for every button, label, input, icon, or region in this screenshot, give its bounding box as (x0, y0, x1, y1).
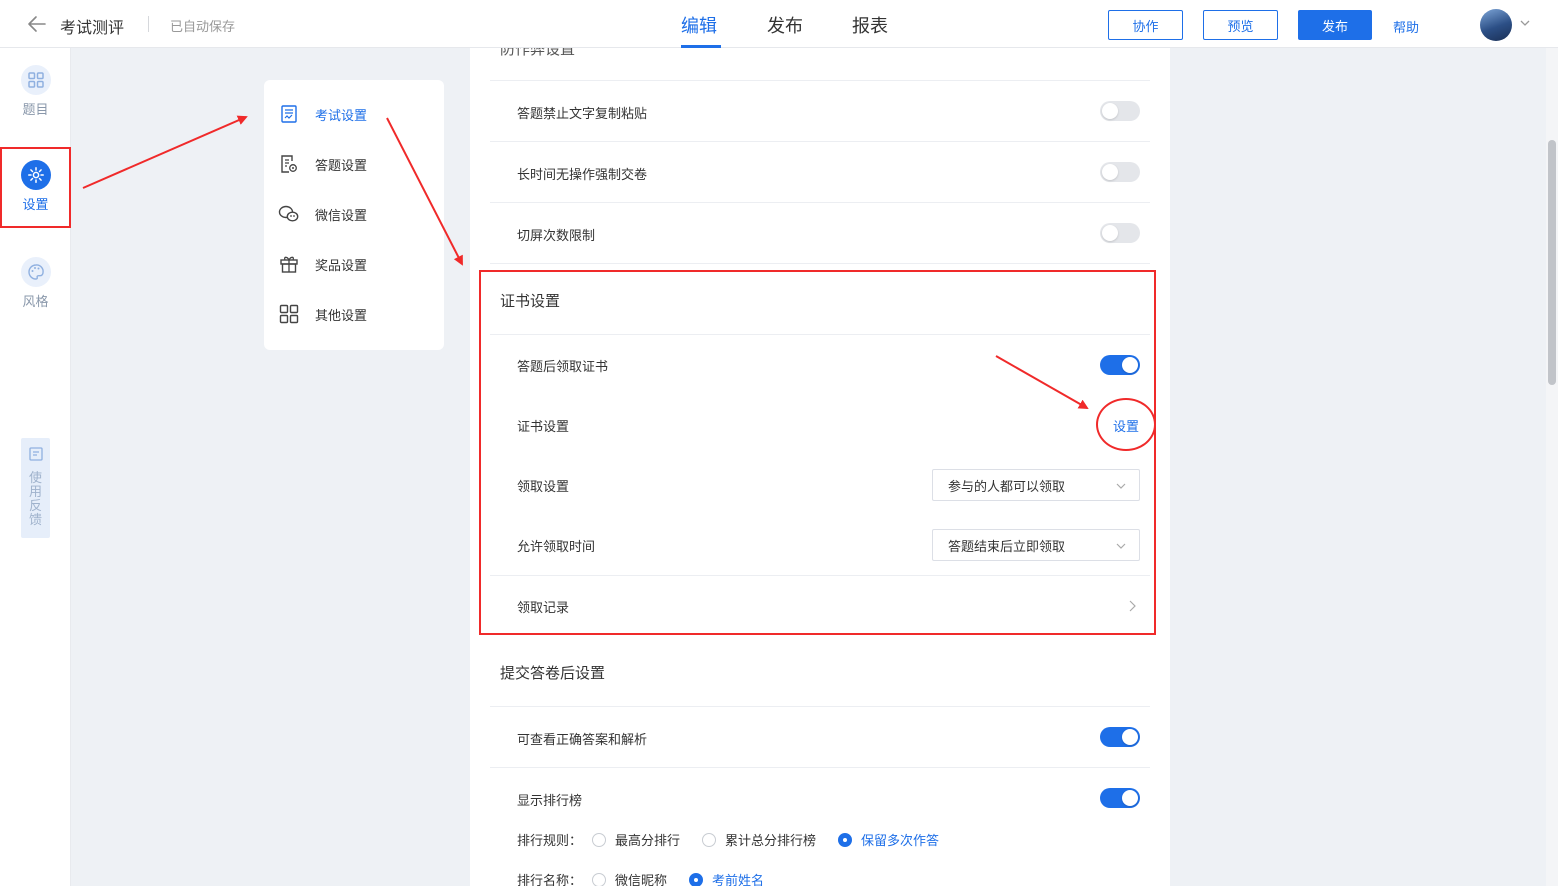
rail-item-questions[interactable]: 题目 (0, 65, 71, 118)
rank-rule-option-keep-multiple[interactable]: 保留多次作答 (838, 830, 939, 849)
tab-report[interactable]: 报表 (852, 12, 888, 38)
section-divider (490, 48, 1150, 81)
menu-item-label: 考试设置 (315, 108, 368, 124)
menu-item-other-settings[interactable]: 其他设置 (278, 302, 367, 326)
header-divider (148, 16, 149, 32)
rank-rule-label: 排行规则： (517, 834, 583, 849)
rank-name-option-wechat[interactable]: 微信昵称 (592, 870, 667, 886)
grid-icon (20, 65, 51, 95)
menu-item-label: 微信设置 (315, 208, 368, 224)
rank-name-label: 排行名称： (517, 874, 583, 886)
menu-item-prize-settings[interactable]: 奖品设置 (278, 252, 367, 276)
leaderboard-toggle[interactable] (1100, 788, 1140, 808)
page-scrollbar-thumb[interactable] (1548, 140, 1556, 385)
feedback-char: 反 (28, 499, 42, 514)
exam-doc-icon (278, 103, 300, 125)
setting-row-view-answers: 可查看正确答案和解析 (490, 707, 1150, 768)
switch-limit-toggle[interactable] (1100, 223, 1140, 243)
radio-button[interactable] (702, 832, 717, 847)
option-label: 微信昵称 (615, 874, 668, 886)
annotation-arrow (82, 115, 248, 189)
setting-label: 显示排行榜 (517, 794, 583, 809)
rail-item-label: 题目 (22, 103, 49, 118)
back-arrow-icon[interactable] (26, 13, 48, 35)
apps-icon (278, 303, 300, 325)
collaborate-button[interactable]: 协作 (1108, 10, 1183, 40)
menu-item-label: 其他设置 (315, 308, 368, 324)
top-header: 考试测评 已自动保存 编辑 发布 报表 协作 预览 发布 帮助 (0, 0, 1558, 48)
publish-button[interactable]: 发布 (1298, 10, 1372, 40)
rank-name-option-real-name[interactable]: 考前姓名 (689, 870, 764, 886)
option-label: 累计总分排行榜 (725, 834, 817, 849)
annotation-box-settings (0, 147, 71, 228)
palette-icon (20, 257, 51, 287)
setting-row-no-copy: 答题禁止文字复制粘贴 (490, 81, 1150, 142)
edit-note-icon (28, 447, 43, 461)
settings-menu: 考试设置 答题设置 微信设置 奖品设置 其他设置 (264, 80, 444, 350)
rank-rule-group: 排行规则： 最高分排行 累计总分排行榜 保留多次作答 (517, 830, 961, 849)
setting-label: 切屏次数限制 (517, 229, 596, 244)
radio-button[interactable] (592, 832, 607, 847)
option-label: 考前姓名 (712, 874, 765, 886)
wechat-icon (278, 203, 300, 225)
menu-item-exam-settings[interactable]: 考试设置 (278, 102, 367, 126)
radio-button[interactable] (592, 872, 607, 886)
option-label: 保留多次作答 (861, 834, 940, 849)
section-divider (490, 646, 1150, 707)
menu-item-label: 奖品设置 (315, 258, 368, 274)
feedback-button[interactable]: 使 用 反 馈 (21, 438, 50, 538)
help-link[interactable]: 帮助 (1393, 17, 1419, 36)
no-copy-toggle[interactable] (1100, 101, 1140, 121)
feedback-char: 使 (28, 471, 42, 486)
idle-submit-toggle[interactable] (1100, 162, 1140, 182)
preview-button[interactable]: 预览 (1203, 10, 1278, 40)
rail-item-label: 风格 (22, 295, 49, 310)
setting-label: 答题禁止文字复制粘贴 (517, 107, 648, 122)
radio-button[interactable] (838, 832, 853, 847)
rank-name-group: 排行名称： 微信昵称 考前姓名 (517, 870, 786, 886)
rank-rule-option-highest[interactable]: 最高分排行 (592, 830, 680, 849)
chevron-down-icon[interactable] (1519, 17, 1531, 29)
view-answers-toggle[interactable] (1100, 727, 1140, 747)
setting-row-idle-submit: 长时间无操作强制交卷 (490, 142, 1150, 203)
feedback-char: 馈 (28, 513, 42, 528)
setting-label: 长时间无操作强制交卷 (517, 168, 648, 183)
menu-item-answer-settings[interactable]: 答题设置 (278, 152, 367, 176)
feedback-char: 用 (28, 485, 42, 500)
setting-row-leaderboard: 显示排行榜 (490, 768, 1150, 828)
gift-icon (278, 253, 300, 275)
answer-settings-icon (278, 153, 300, 175)
avatar[interactable] (1480, 9, 1512, 41)
tab-publish[interactable]: 发布 (767, 12, 803, 38)
rank-rule-option-total[interactable]: 累计总分排行榜 (702, 830, 816, 849)
rail-item-style[interactable]: 风格 (0, 257, 71, 310)
page-title: 考试测评 (60, 18, 125, 37)
menu-item-label: 答题设置 (315, 158, 368, 174)
tab-edit[interactable]: 编辑 (681, 12, 717, 38)
menu-item-wechat-settings[interactable]: 微信设置 (278, 202, 367, 226)
annotation-circle-setting-link (1096, 398, 1156, 451)
setting-row-switch-limit: 切屏次数限制 (490, 203, 1150, 264)
setting-label: 可查看正确答案和解析 (517, 733, 648, 748)
autosave-status: 已自动保存 (170, 20, 236, 35)
option-label: 最高分排行 (615, 834, 681, 849)
annotation-box-certificate (479, 270, 1156, 635)
radio-button[interactable] (689, 872, 704, 886)
